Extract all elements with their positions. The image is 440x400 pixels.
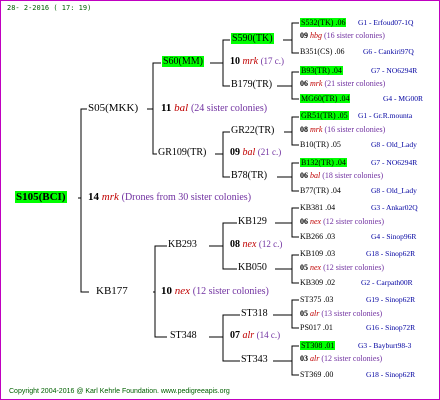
l4-queen-13[interactable]: ST375 .03 bbox=[300, 295, 333, 304]
l2-drone-label-4: 07 alr (14 c.) bbox=[230, 330, 281, 341]
l4-queen-2[interactable]: B351(CS) .06 bbox=[300, 47, 344, 56]
l2-queen-4[interactable]: ST348 bbox=[170, 330, 197, 341]
l4-location-3: G7 - NO6294R bbox=[371, 66, 418, 75]
l2-queen-1[interactable]: S60(MM) bbox=[162, 56, 205, 67]
l3-drone-label-2: 06 mrk (21 sister colonies) bbox=[300, 79, 386, 88]
l3-drone-label-6: 05 nex (12 sister colonies) bbox=[300, 263, 384, 272]
l4-location-14: G16 - Sinop72R bbox=[366, 323, 416, 332]
l4-queen-15[interactable]: ST308 .01 bbox=[300, 341, 336, 350]
l3-drone-label-4: 06 bal (18 sister colonies) bbox=[300, 171, 384, 180]
pedigree-diagram: 28- 2-2016 ( 17: 19) S105(BCI) 14 mrk (D… bbox=[0, 0, 440, 400]
l4-location-8: G8 - Old_Lady bbox=[371, 186, 417, 195]
l3-drone-label-7: 05 alr (13 sister colonies) bbox=[300, 309, 383, 318]
l4-location-15: G3 - Bayburt98-3 bbox=[358, 341, 412, 350]
root-id: S105(BCI) bbox=[15, 191, 67, 203]
l4-location-6: G8 - Old_Lady bbox=[371, 140, 417, 149]
l4-location-7: G7 - NO6294R bbox=[371, 158, 418, 167]
l4-queen-16[interactable]: ST369 .00 bbox=[300, 370, 333, 379]
l2-drone-label-3: 08 nex (12 c.) bbox=[230, 239, 283, 250]
l1-top-queen[interactable]: S05(MKK) bbox=[88, 102, 138, 114]
l4-location-13: G19 - Sinop62R bbox=[366, 295, 416, 304]
l3-queen-4[interactable]: B78(TR) bbox=[231, 170, 267, 181]
l4-queen-11[interactable]: KB109 .03 bbox=[300, 249, 335, 258]
l3-queen-3[interactable]: GR22(TR) bbox=[231, 125, 274, 136]
l3-drone-label-5: 06 nex (12 sister colonies) bbox=[300, 217, 384, 226]
l4-queen-7[interactable]: B132(TR) .04 bbox=[300, 158, 347, 167]
l3-queen-8[interactable]: ST343 bbox=[241, 354, 268, 365]
l3-queen-7[interactable]: ST318 bbox=[241, 308, 268, 319]
l2-queen-2[interactable]: GR109(TR) bbox=[158, 147, 206, 158]
copyright-footer[interactable]: Copyright 2004-2016 @ Karl Kehrle Founda… bbox=[9, 388, 230, 395]
l4-queen-10[interactable]: KB266 .03 bbox=[300, 232, 335, 241]
root-drone-label: 14 mrk (Drones from 30 sister colonies) bbox=[88, 191, 252, 203]
l1-top-drone-label: 11 bal (24 sister colonies) bbox=[161, 102, 268, 114]
l2-drone-label-1: 10 mrk (17 c.) bbox=[230, 56, 285, 67]
l4-location-1: G1 - Erfoud07-1Q bbox=[358, 18, 414, 27]
l4-queen-3[interactable]: B93(TR) .04 bbox=[300, 66, 343, 75]
root-queen[interactable]: S105(BCI) bbox=[15, 191, 67, 203]
l2-queen-3[interactable]: KB293 bbox=[168, 239, 197, 250]
l4-location-2: G6 - Cankiri97Q bbox=[363, 47, 414, 56]
l4-location-4: G4 - MG00R bbox=[383, 94, 424, 103]
l4-queen-5[interactable]: GR51(TR) .05 bbox=[300, 111, 349, 120]
l4-location-9: G3 - Ankar02Q bbox=[371, 203, 418, 212]
l4-location-12: G2 - Carpath00R bbox=[361, 278, 413, 287]
l2-drone-label-2: 09 bal (21 c.) bbox=[230, 147, 282, 158]
l3-queen-5[interactable]: KB129 bbox=[238, 216, 267, 227]
l3-queen-1[interactable]: S590(TK) bbox=[231, 33, 274, 44]
l3-queen-2[interactable]: B179(TR) bbox=[231, 79, 272, 90]
l4-queen-9[interactable]: KB381 .04 bbox=[300, 203, 335, 212]
l3-drone-label-8: 03 alr (12 sister colonies) bbox=[300, 354, 383, 363]
l3-drone-label-1: 09 hbg (16 sister colonies) bbox=[300, 31, 385, 40]
l4-queen-12[interactable]: KB309 .02 bbox=[300, 278, 335, 287]
l3-queen-6[interactable]: KB050 bbox=[238, 262, 267, 273]
l4-location-5: G1 - Gr.R.mounta bbox=[358, 111, 413, 120]
l4-location-16: G18 - Sinop62R bbox=[366, 370, 416, 379]
l3-drone-label-3: 08 mrk (16 sister colonies) bbox=[300, 125, 386, 134]
l1-bottom-drone-label: 10 nex (12 sister colonies) bbox=[161, 285, 269, 297]
l4-queen-1[interactable]: S532(TK) .06 bbox=[300, 18, 347, 27]
l4-location-10: G4 - Sinop96R bbox=[371, 232, 417, 241]
l4-location-11: G18 - Sinop62R bbox=[366, 249, 416, 258]
l1-bottom-queen[interactable]: KB177 bbox=[96, 285, 128, 297]
l4-queen-8[interactable]: B77(TR) .04 bbox=[300, 186, 341, 195]
l4-queen-4[interactable]: MG60(TR) .04 bbox=[300, 94, 351, 103]
l4-queen-14[interactable]: PS017 .01 bbox=[300, 323, 333, 332]
l4-queen-6[interactable]: B10(TR) .05 bbox=[300, 140, 341, 149]
